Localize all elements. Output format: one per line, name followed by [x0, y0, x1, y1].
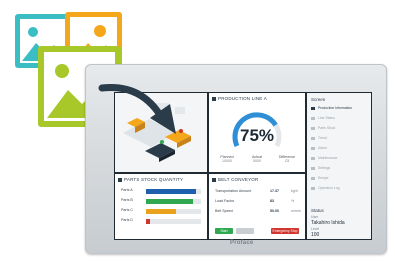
status-user: Takahiro Ishida	[311, 220, 345, 226]
sidebar-item[interactable]: Alarm	[311, 146, 369, 151]
screen-menu-sidebar: Screen Production Information Line Statu…	[307, 93, 371, 239]
menu-icon	[311, 186, 315, 190]
menu-icon	[311, 176, 315, 180]
stat-actual: Actual 5000	[252, 155, 262, 163]
menu-icon	[311, 146, 315, 150]
sidebar-item[interactable]: Maintenance	[311, 156, 369, 161]
production-title: PRODUCTION LINE A	[212, 96, 267, 101]
sidebar-title: Screen	[311, 97, 326, 102]
menu-icon	[311, 136, 315, 140]
menu-icon	[311, 106, 315, 110]
stat-planned: Planned 10000	[220, 155, 234, 163]
parts-stock-panel[interactable]: PARTS STOCK QUANTITY Parts A Parts B Par…	[115, 174, 207, 239]
status-level-label: Level	[311, 227, 320, 231]
arrow-icon	[98, 84, 176, 134]
parts-title: PARTS STOCK QUANTITY	[118, 177, 183, 182]
parts-bar	[146, 198, 193, 204]
sidebar-item[interactable]: Recipe	[311, 176, 369, 181]
parts-bar	[146, 218, 151, 224]
sidebar-item[interactable]: Parts Stock	[311, 126, 369, 131]
status-user-label: User	[311, 215, 319, 219]
stat-difference: Difference C5	[278, 155, 296, 163]
production-percent: 75%	[239, 126, 275, 145]
sidebar-item[interactable]: Settings	[311, 166, 369, 171]
sidebar-item[interactable]: Production Information	[311, 106, 369, 111]
brand-logo: Proface	[230, 240, 254, 246]
emergency-stop-button[interactable]: Emergency Stop	[271, 228, 299, 234]
menu-icon	[311, 126, 315, 130]
stop-button[interactable]	[236, 228, 254, 234]
sidebar-item[interactable]: Trend	[311, 136, 369, 141]
sidebar-item[interactable]: Line Status	[311, 116, 369, 121]
belt-title: BELT CONVEYOR	[212, 177, 258, 182]
menu-icon	[311, 156, 315, 160]
production-line-panel[interactable]: PRODUCTION LINE A 75% Planned 10000 Actua…	[209, 93, 305, 172]
start-button[interactable]: Start	[215, 228, 233, 234]
menu-icon	[311, 166, 315, 170]
menu-icon	[311, 116, 315, 120]
status-title: Status	[311, 208, 324, 213]
parts-bar	[146, 188, 196, 194]
parts-bar	[146, 208, 177, 214]
status-level: 100	[311, 232, 320, 238]
belt-conveyor-panel[interactable]: BELT CONVEYOR Transportation Amount 17.37…	[209, 174, 305, 239]
sidebar-item[interactable]: Operation Log	[311, 186, 369, 191]
